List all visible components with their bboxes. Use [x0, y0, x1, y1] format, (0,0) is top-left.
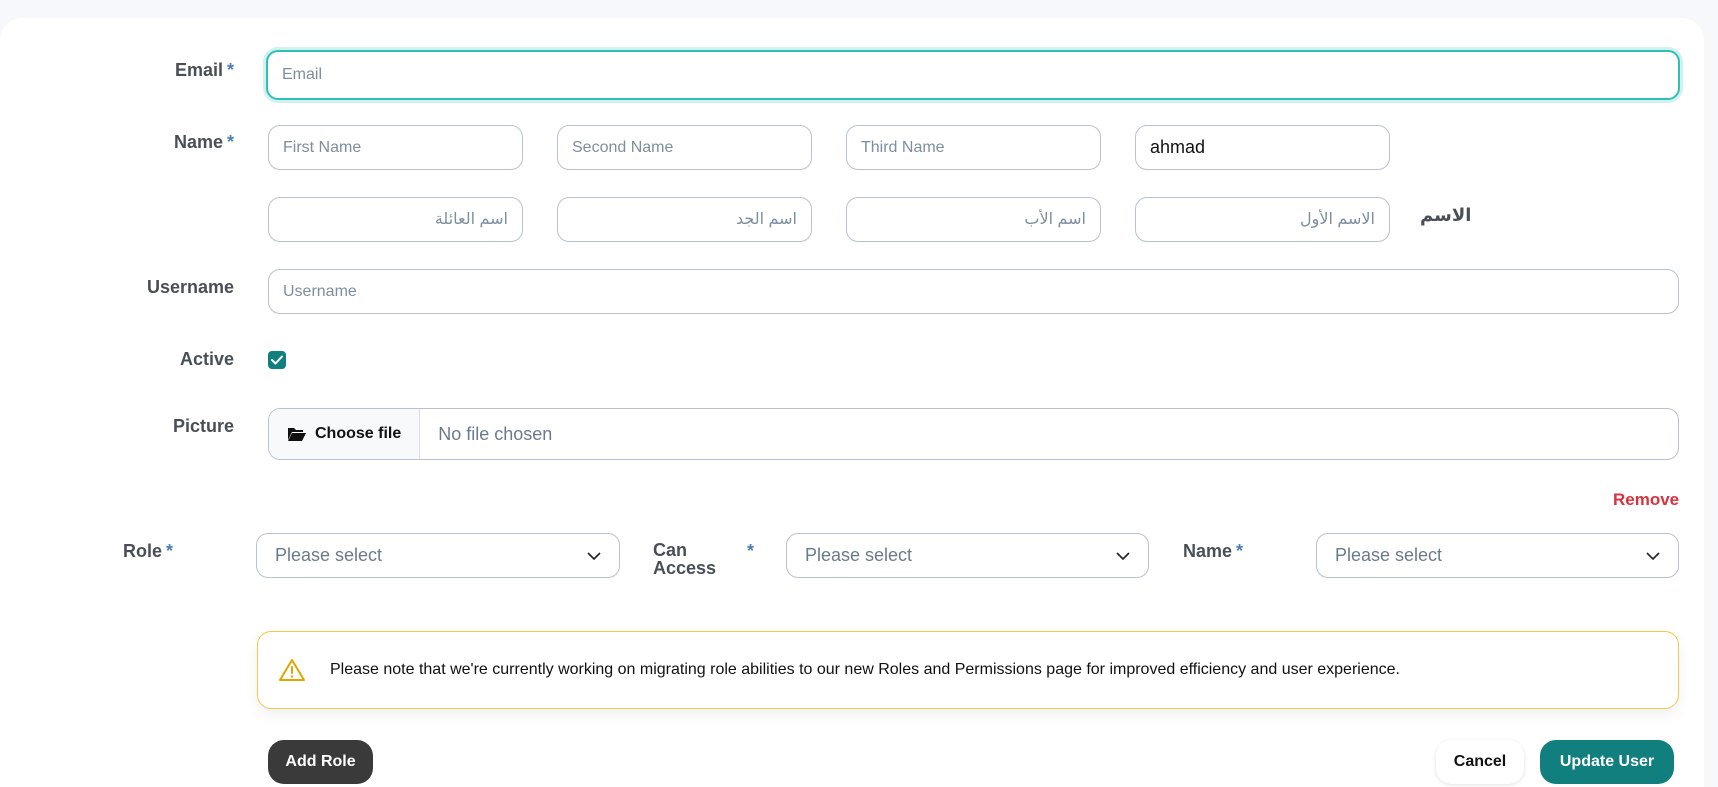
- third-name-input[interactable]: [846, 125, 1101, 170]
- email-input[interactable]: [266, 50, 1680, 100]
- choose-file-button[interactable]: Choose file: [269, 409, 421, 459]
- arabic-name-label: الاسم: [1420, 205, 1472, 225]
- first-name-ar-input[interactable]: [1135, 197, 1390, 242]
- picture-file-input[interactable]: Choose file No file chosen: [268, 408, 1679, 460]
- check-icon: [271, 355, 283, 365]
- folder-open-icon: [288, 428, 306, 441]
- second-name-input[interactable]: [557, 125, 812, 170]
- fourth-name-input[interactable]: [1135, 125, 1390, 170]
- grandfather-name-ar-input[interactable]: [557, 197, 812, 242]
- can-access-required: *: [747, 541, 755, 561]
- father-name-ar-input[interactable]: [846, 197, 1101, 242]
- family-name-ar-input[interactable]: [268, 197, 523, 242]
- remove-link[interactable]: Remove: [1613, 490, 1679, 510]
- active-label: Active: [179, 349, 234, 369]
- chevron-down-icon: [587, 551, 601, 560]
- add-role-button[interactable]: Add Role: [268, 740, 373, 784]
- picture-label: Picture: [172, 416, 234, 436]
- update-user-button[interactable]: Update User: [1540, 740, 1674, 784]
- chevron-down-icon: [1116, 551, 1130, 560]
- warning-icon: [279, 659, 305, 681]
- cancel-button[interactable]: Cancel: [1436, 740, 1524, 784]
- migration-notice: Please note that we're currently working…: [257, 631, 1679, 709]
- role-label: Role *: [123, 541, 174, 561]
- can-access-label: Can Access: [653, 540, 717, 578]
- role-select[interactable]: Please select: [256, 533, 620, 578]
- first-name-input[interactable]: [268, 125, 523, 170]
- role-name-label: Name *: [1183, 541, 1244, 561]
- name-label: Name *: [173, 132, 234, 152]
- role-name-select[interactable]: Please select: [1316, 533, 1679, 578]
- username-label: Username: [146, 277, 234, 297]
- email-label: Email *: [174, 60, 234, 80]
- can-access-select[interactable]: Please select: [786, 533, 1149, 578]
- username-input[interactable]: [268, 269, 1679, 314]
- active-checkbox[interactable]: [268, 351, 286, 369]
- file-status-text: No file chosen: [438, 423, 553, 444]
- chevron-down-icon: [1646, 551, 1660, 560]
